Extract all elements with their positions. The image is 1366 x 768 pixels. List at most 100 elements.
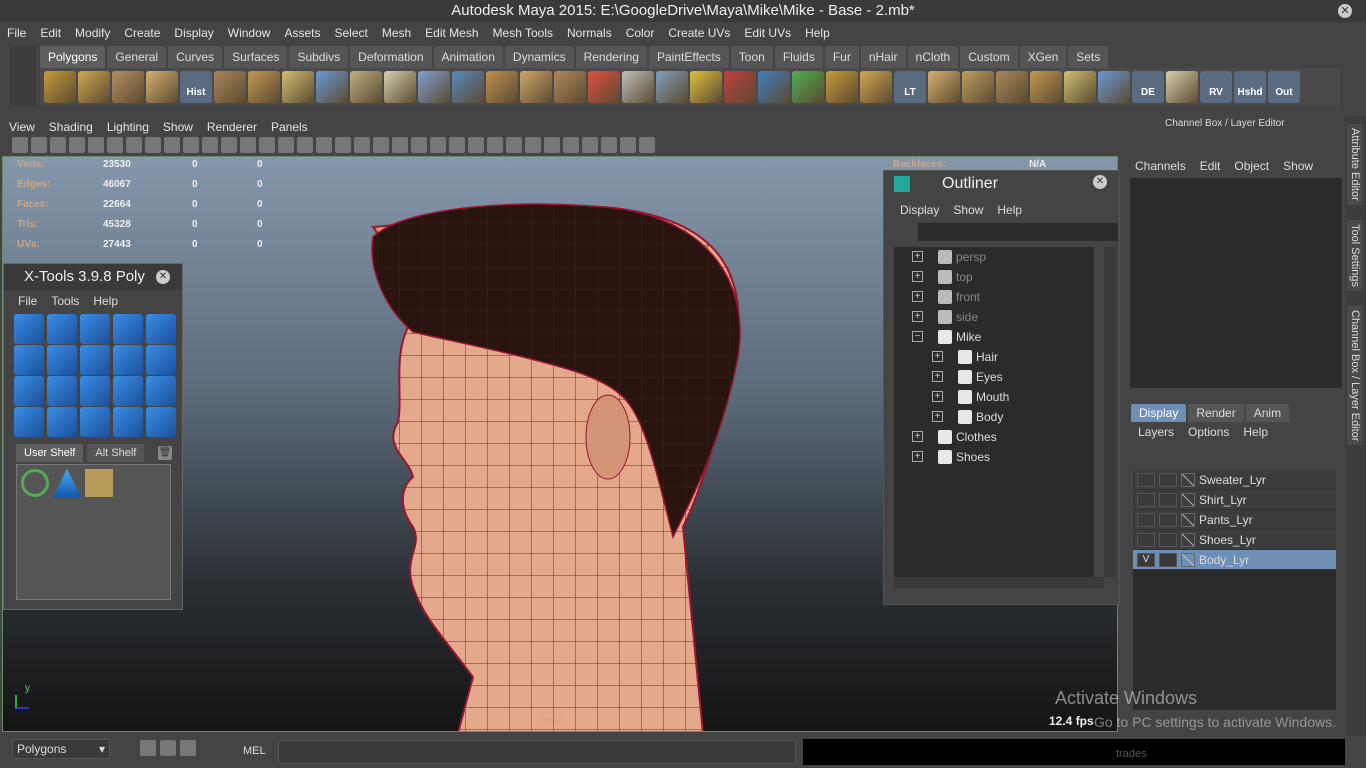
shelf-tab-dynamics[interactable]: Dynamics (504, 46, 574, 68)
layer-menu-layers[interactable]: Layers (1138, 425, 1174, 439)
outliner-item-shoes[interactable]: + Shoes (894, 447, 1094, 467)
viewport-tool-icon[interactable] (563, 137, 579, 153)
shelf-tab-rendering[interactable]: Rendering (575, 46, 647, 68)
shelf-tool-icon[interactable] (996, 71, 1028, 103)
xtools-tool-icon[interactable] (80, 345, 110, 375)
layer-color-swatch[interactable] (1181, 493, 1195, 507)
viewport-tool-icon[interactable] (639, 137, 655, 153)
menu-normals[interactable]: Normals (560, 22, 619, 44)
layer-tab-anim[interactable]: Anim (1245, 404, 1290, 422)
viewport-tool-icon[interactable] (12, 137, 28, 153)
outliner-close-button[interactable]: ✕ (1093, 175, 1107, 189)
viewport-tool-icon[interactable] (240, 137, 256, 153)
layer-row-shoes_lyr[interactable]: Shoes_Lyr (1133, 530, 1336, 550)
outliner-item-side[interactable]: + side (894, 307, 1094, 327)
menu-edit-uvs[interactable]: Edit UVs (737, 22, 798, 44)
xtools-tool-icon[interactable] (14, 407, 44, 437)
expand-toggle-icon[interactable]: + (932, 391, 943, 402)
xtools-tab-alt-shelf[interactable]: Alt Shelf (87, 444, 145, 462)
xtools-tool-icon[interactable] (14, 345, 44, 375)
outliner-item-hair[interactable]: + Hair (894, 347, 1094, 367)
playback-toggle[interactable] (1159, 473, 1177, 487)
shelf-tool-icon[interactable] (214, 71, 246, 103)
menu-select[interactable]: Select (327, 22, 374, 44)
viewport-tool-icon[interactable] (50, 137, 66, 153)
expand-toggle-icon[interactable]: + (912, 291, 923, 302)
shelf-tool-icon[interactable] (282, 71, 314, 103)
cone-icon[interactable] (53, 469, 81, 497)
viewport-menu-lighting[interactable]: Lighting (100, 116, 156, 136)
shelf-tool-icon[interactable]: LT (894, 71, 926, 103)
xtools-tool-icon[interactable] (80, 314, 110, 344)
viewport-tool-icon[interactable] (373, 137, 389, 153)
viewport-menu-shading[interactable]: Shading (42, 116, 100, 136)
layer-tab-render[interactable]: Render (1188, 404, 1244, 422)
outliner-icon[interactable] (160, 740, 176, 756)
shelf-tool-icon[interactable] (792, 71, 824, 103)
viewport-tool-icon[interactable] (468, 137, 484, 153)
viewport-tool-icon[interactable] (69, 137, 85, 153)
shelf-tab-surfaces[interactable]: Surfaces (224, 46, 288, 68)
menu-modify[interactable]: Modify (68, 22, 117, 44)
shelf-tab-subdivs[interactable]: Subdivs (289, 46, 349, 68)
layer-tab-display[interactable]: Display (1131, 404, 1187, 422)
viewport-tool-icon[interactable] (31, 137, 47, 153)
shelf-tool-icon[interactable] (350, 71, 382, 103)
shelf-grip[interactable] (10, 46, 36, 106)
viewport-tool-icon[interactable] (259, 137, 275, 153)
shelf-tool-icon[interactable] (418, 71, 450, 103)
rotate-tool-icon[interactable] (21, 469, 49, 497)
xtools-tool-icon[interactable] (80, 407, 110, 437)
shelf-tool-icon[interactable] (112, 71, 144, 103)
xtools-tool-icon[interactable] (80, 376, 110, 406)
shelf-tool-icon[interactable]: RV (1200, 71, 1232, 103)
xtools-menu-tools[interactable]: Tools (51, 294, 79, 308)
menu-create-uvs[interactable]: Create UVs (661, 22, 737, 44)
shelf-tool-icon[interactable] (452, 71, 484, 103)
layer-row-pants_lyr[interactable]: Pants_Lyr (1133, 510, 1336, 530)
expand-toggle-icon[interactable]: + (912, 431, 923, 442)
menu-window[interactable]: Window (221, 22, 278, 44)
expand-toggle-icon[interactable]: + (912, 271, 923, 282)
outliner-vscrollbar[interactable] (1104, 247, 1116, 577)
viewport-tool-icon[interactable] (411, 137, 427, 153)
side-tab-channel-box-layer-editor[interactable]: Channel Box / Layer Editor (1347, 306, 1363, 446)
visibility-toggle[interactable]: V (1137, 553, 1155, 567)
shelf-tool-icon[interactable] (78, 71, 110, 103)
viewport-menu-show[interactable]: Show (156, 116, 200, 136)
mel-command-input[interactable] (278, 740, 796, 764)
shelf-tab-painteffects[interactable]: PaintEffects (648, 46, 729, 68)
viewport-tool-icon[interactable] (297, 137, 313, 153)
shelf-tool-icon[interactable] (1098, 71, 1130, 103)
xtools-tool-icon[interactable] (146, 345, 176, 375)
shelf-tab-toon[interactable]: Toon (730, 46, 773, 68)
plane-icon[interactable] (85, 469, 113, 497)
outliner-search-input[interactable] (918, 223, 1118, 241)
shelf-tab-fur[interactable]: Fur (824, 46, 859, 68)
shelf-tab-ncloth[interactable]: nCloth (907, 46, 959, 68)
viewport-tool-icon[interactable] (354, 137, 370, 153)
visibility-toggle[interactable] (1137, 473, 1155, 487)
shelf-tab-sets[interactable]: Sets (1068, 46, 1109, 68)
side-tab-tool-settings[interactable]: Tool Settings (1347, 220, 1363, 291)
viewport-tool-icon[interactable] (202, 137, 218, 153)
shelf-tool-icon[interactable] (248, 71, 280, 103)
expand-toggle-icon[interactable]: + (912, 311, 923, 322)
menu-edit-mesh[interactable]: Edit Mesh (418, 22, 485, 44)
outliner-item-mike[interactable]: − Mike (894, 327, 1094, 347)
xtools-tool-icon[interactable] (14, 314, 44, 344)
outliner-hscrollbar[interactable] (894, 577, 1104, 589)
side-tab-attribute-editor[interactable]: Attribute Editor (1347, 124, 1363, 205)
viewport-tool-icon[interactable] (107, 137, 123, 153)
xtools-menu-help[interactable]: Help (93, 294, 118, 308)
viewport-tool-icon[interactable] (430, 137, 446, 153)
shelf-tool-icon[interactable] (486, 71, 518, 103)
viewport-tool-icon[interactable] (316, 137, 332, 153)
channel-menu-object[interactable]: Object (1234, 159, 1269, 173)
viewport-tool-icon[interactable] (88, 137, 104, 153)
expand-toggle-icon[interactable]: + (932, 411, 943, 422)
shelf-tab-custom[interactable]: Custom (960, 46, 1018, 68)
shelf-tool-icon[interactable] (656, 71, 688, 103)
visibility-toggle[interactable] (1137, 493, 1155, 507)
viewport-tool-icon[interactable] (278, 137, 294, 153)
